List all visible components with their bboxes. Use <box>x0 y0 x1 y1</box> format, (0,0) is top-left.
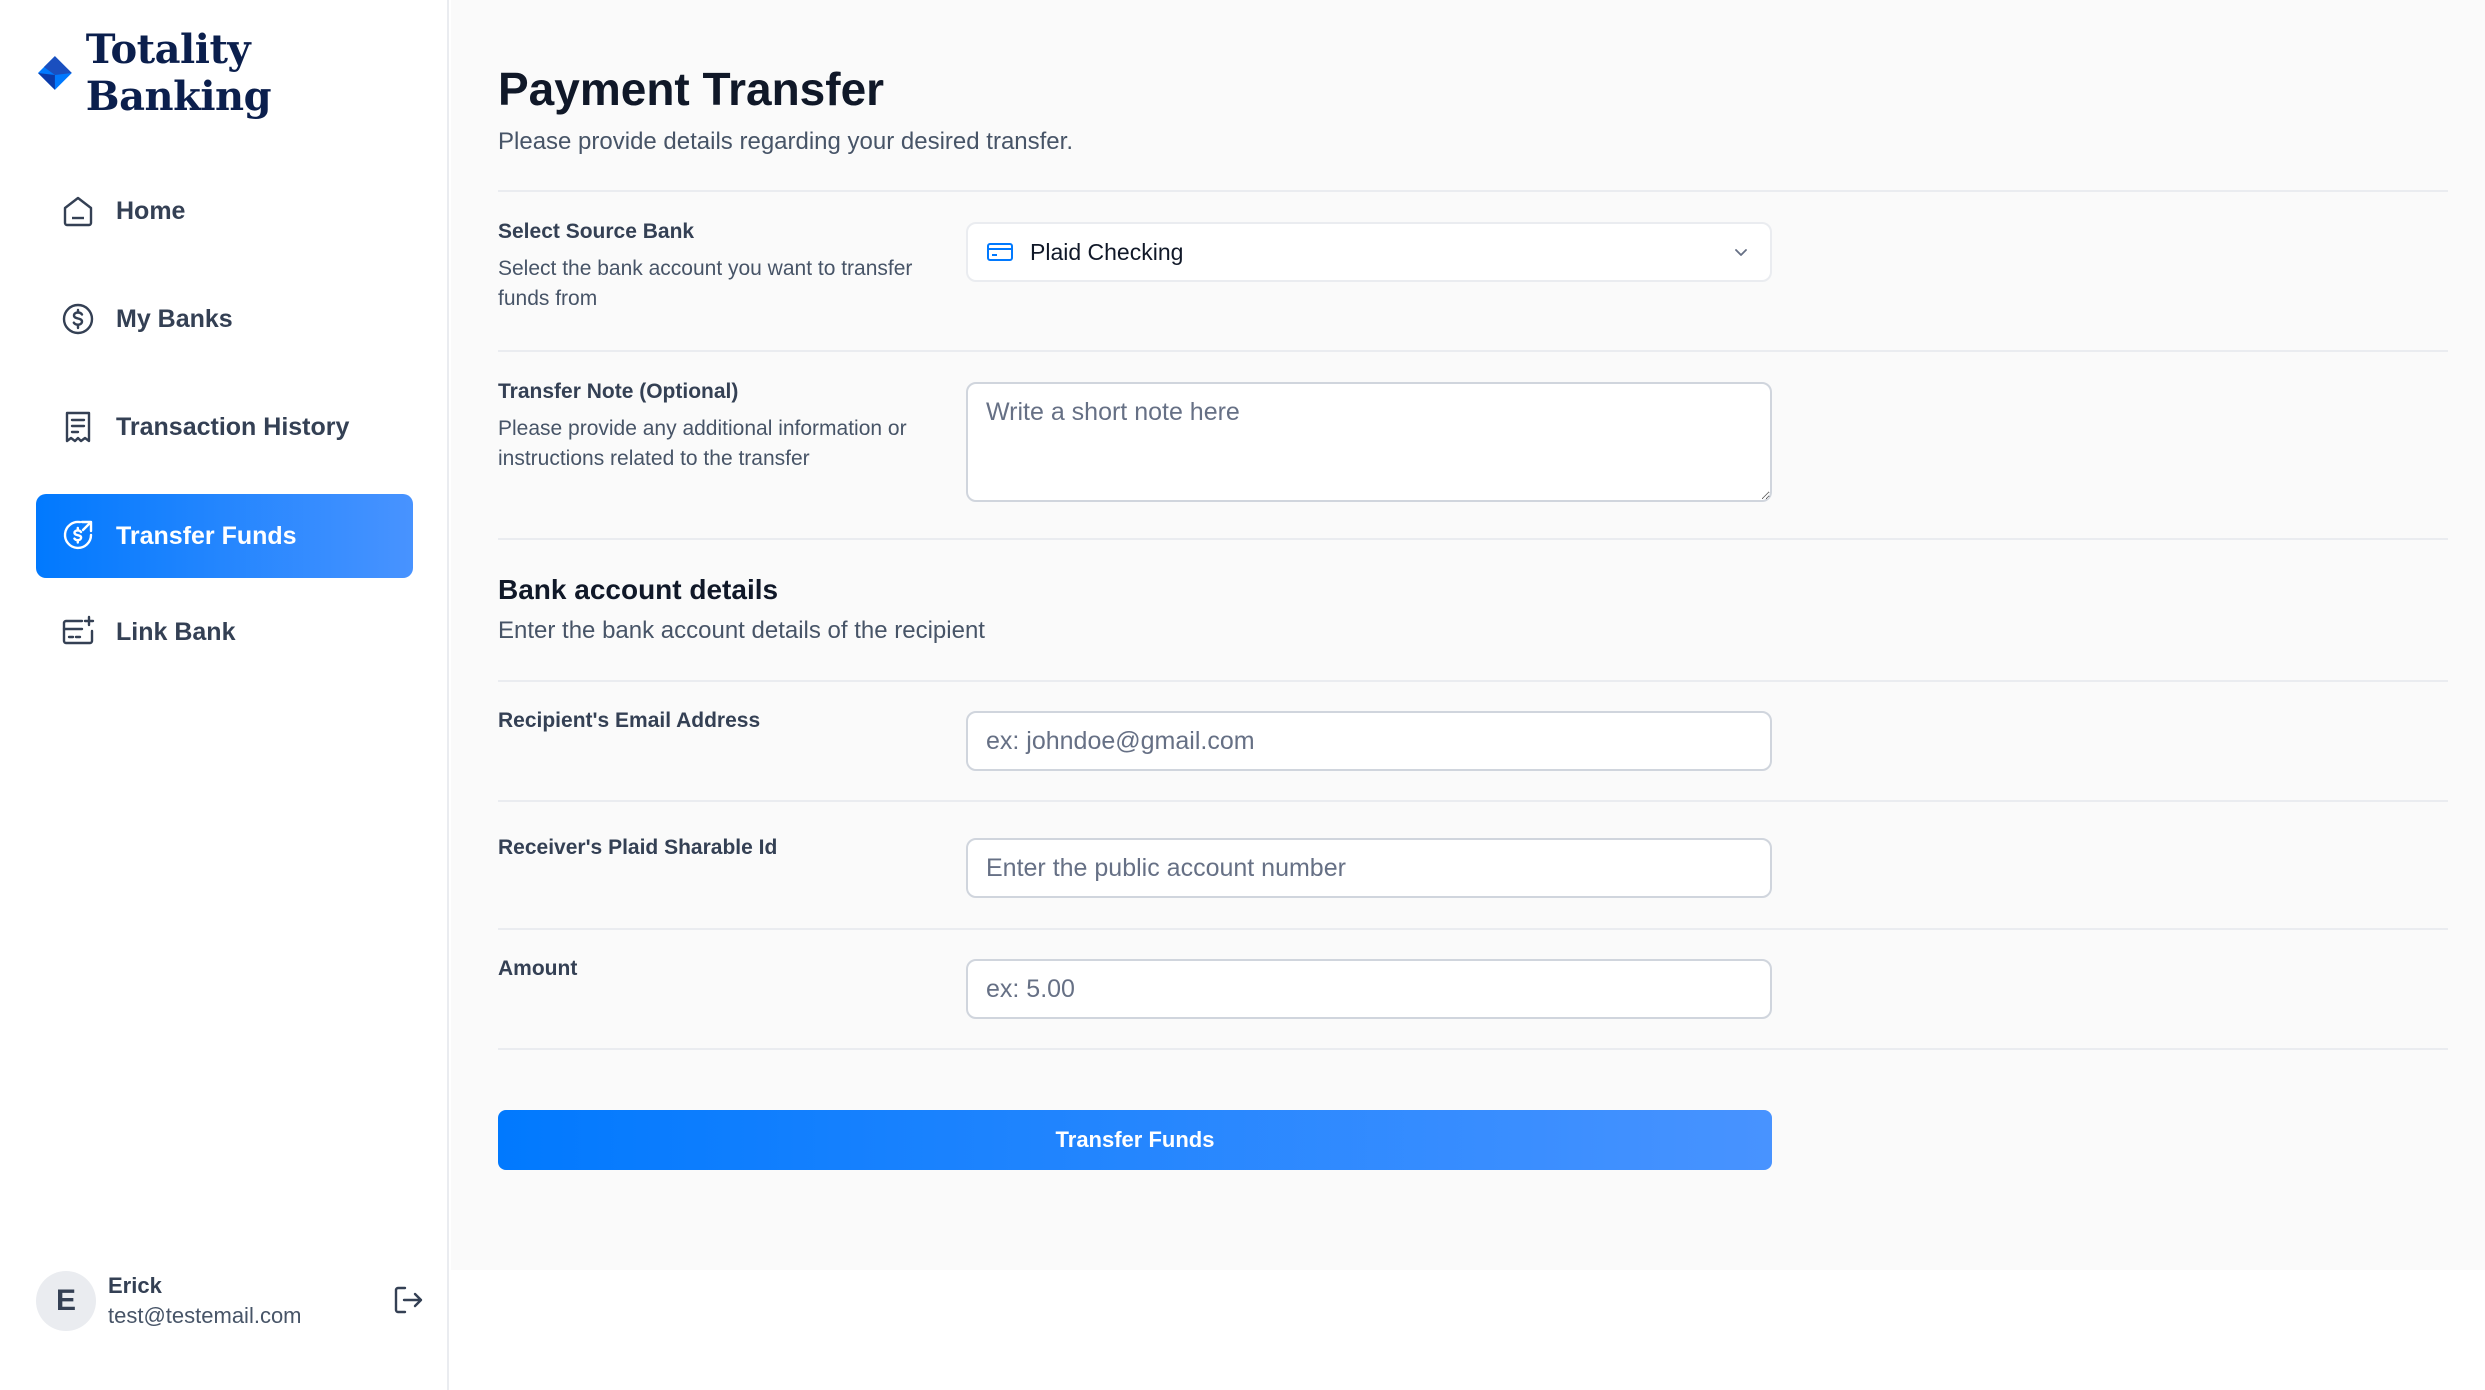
email-field[interactable] <box>966 711 1772 771</box>
sidebar-item-home[interactable]: Home <box>36 169 413 253</box>
receipt-icon <box>65 411 91 443</box>
sidebar-item-transaction-history[interactable]: Transaction History <box>36 385 413 469</box>
home-icon <box>63 196 93 227</box>
section-subtitle: Enter the bank account details of the re… <box>498 617 985 644</box>
note-label: Transfer Note (Optional) <box>498 380 739 403</box>
amount-field[interactable] <box>966 959 1772 1019</box>
brand-name: Totality Banking <box>85 26 272 120</box>
source-bank-selected: Plaid Checking <box>1030 238 1184 265</box>
sharable-id-field[interactable] <box>966 838 1772 898</box>
brand-logo[interactable]: Totality Banking <box>36 26 447 120</box>
email-label: Recipient's Email Address <box>498 709 761 732</box>
money-send-icon <box>63 520 93 550</box>
sidebar-item-label: Home <box>116 196 186 225</box>
divider <box>498 928 2448 930</box>
sidebar-item-label: Transaction History <box>116 412 350 441</box>
user-profile: E Erick test@testemail.com <box>36 1268 426 1334</box>
section-title: Bank account details <box>498 574 779 605</box>
source-bank-label: Select Source Bank <box>498 220 695 243</box>
logo-icon <box>37 56 72 90</box>
credit-card-icon <box>987 243 1013 261</box>
user-name: Erick <box>108 1273 162 1298</box>
sidebar-item-link-bank[interactable]: Link Bank <box>36 590 413 674</box>
divider <box>498 538 2448 540</box>
sidebar-item-label: Link Bank <box>116 617 236 646</box>
note-textarea[interactable] <box>966 382 1772 502</box>
sharable-id-label: Receiver's Plaid Sharable Id <box>498 836 778 859</box>
source-bank-help: Select the bank account you want to tran… <box>498 257 913 310</box>
transfer-funds-button[interactable]: Transfer Funds <box>498 1110 1772 1170</box>
chevron-down-icon <box>1735 249 1747 256</box>
sidebar: Totality Banking Home My Banks Transacti… <box>0 0 449 1390</box>
card-add-icon <box>62 615 95 645</box>
divider <box>498 680 2448 682</box>
avatar[interactable]: E <box>36 1271 96 1331</box>
divider <box>498 1048 2448 1050</box>
main-content: Payment Transfer Please provide details … <box>451 0 2485 1270</box>
dollar-circle-icon <box>62 303 94 335</box>
sidebar-item-transfer-funds[interactable]: Transfer Funds <box>36 494 413 578</box>
note-help: Please provide any additional informatio… <box>498 417 907 470</box>
divider <box>498 190 2448 192</box>
page-subtitle: Please provide details regarding your de… <box>498 128 1073 155</box>
divider <box>498 800 2448 802</box>
sidebar-item-label: Transfer Funds <box>116 521 297 550</box>
user-email: test@testemail.com <box>108 1303 302 1328</box>
amount-label: Amount <box>498 957 578 980</box>
divider <box>498 350 2448 352</box>
page-title: Payment Transfer <box>498 63 885 115</box>
logout-icon[interactable] <box>390 1282 426 1318</box>
sidebar-item-my-banks[interactable]: My Banks <box>36 277 413 361</box>
source-bank-select[interactable]: Plaid Checking <box>966 222 1772 282</box>
sidebar-item-label: My Banks <box>116 304 233 333</box>
